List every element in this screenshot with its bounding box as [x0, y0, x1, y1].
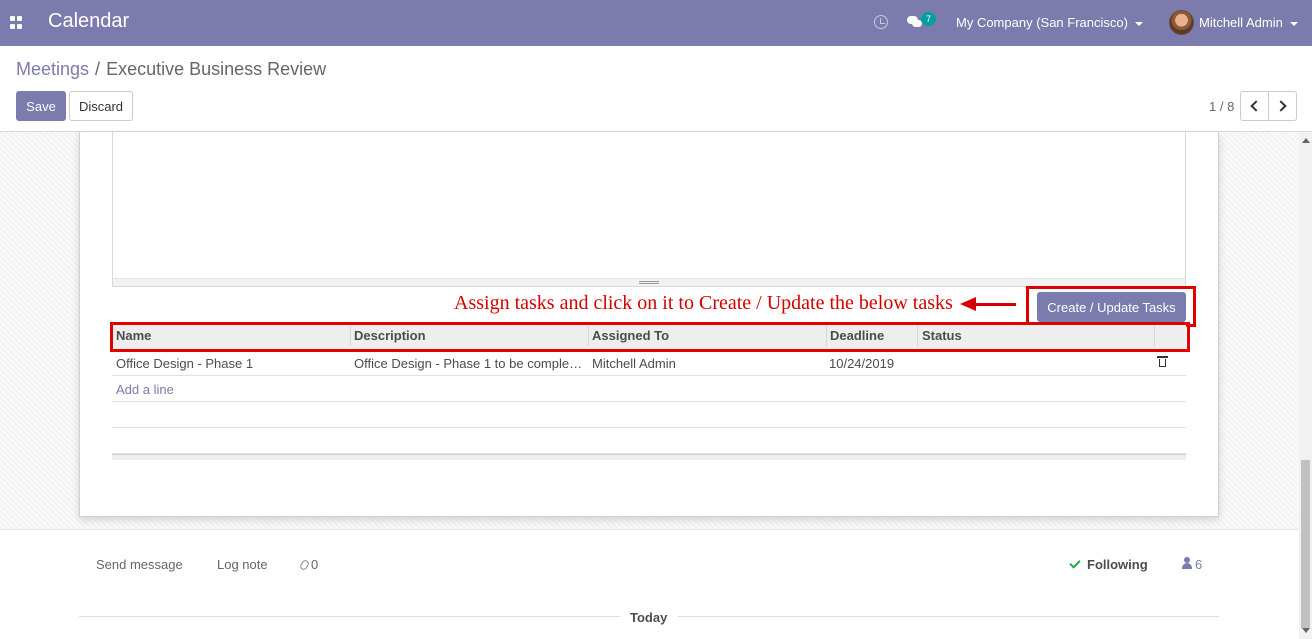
pager-previous-button[interactable]	[1240, 91, 1269, 121]
followers-count[interactable]: 6	[1195, 557, 1202, 572]
discard-button[interactable]: Discard	[69, 91, 133, 121]
task-assigned-to-cell[interactable]: Mitchell Admin	[592, 356, 822, 371]
company-switcher[interactable]: My Company (San Francisco)	[956, 15, 1143, 30]
scroll-up-arrow-icon[interactable]	[1302, 138, 1310, 143]
description-editor[interactable]	[112, 132, 1186, 287]
chevron-down-icon	[1134, 21, 1143, 26]
create-update-tasks-button[interactable]: Create / Update Tasks	[1037, 292, 1186, 322]
vertical-scrollbar[interactable]	[1299, 132, 1312, 639]
apps-menu-icon[interactable]	[10, 16, 23, 29]
editor-resize-handle[interactable]	[113, 278, 1185, 286]
add-a-line-link[interactable]: Add a line	[116, 382, 174, 397]
task-name-cell[interactable]: Office Design - Phase 1	[116, 356, 346, 371]
date-separator-line	[678, 616, 1219, 617]
followers-user-icon[interactable]	[1182, 557, 1192, 569]
trash-icon[interactable]	[1157, 356, 1168, 367]
highlight-box-table-header	[110, 322, 1190, 352]
grip-icon	[639, 281, 659, 284]
chevron-down-icon	[1289, 21, 1298, 26]
pager-next-button[interactable]	[1268, 91, 1297, 121]
save-button[interactable]: Save	[16, 91, 66, 121]
date-separator-line	[79, 616, 620, 617]
pager-value[interactable]: 1 / 8	[1209, 99, 1234, 114]
empty-row	[112, 428, 1186, 454]
user-menu[interactable]: Mitchell Admin	[1199, 15, 1298, 30]
today-separator-label: Today	[630, 610, 668, 625]
annotation-text: Assign tasks and click on it to Create /…	[454, 292, 953, 314]
task-deadline-cell[interactable]: 10/24/2019	[829, 356, 914, 371]
table-row[interactable]: Office Design - Phase 1 Office Design - …	[112, 350, 1186, 376]
chevron-left-icon	[1250, 100, 1262, 112]
annotation-arrow-icon	[960, 296, 1016, 312]
attachments-count: 0	[311, 557, 319, 572]
attachments-button[interactable]: 0	[298, 557, 319, 572]
breadcrumb-current: Executive Business Review	[106, 59, 327, 79]
user-avatar[interactable]	[1169, 10, 1194, 35]
breadcrumb-separator: /	[95, 59, 101, 79]
company-name: My Company (San Francisco)	[956, 15, 1128, 30]
following-button[interactable]: Following	[1087, 557, 1148, 572]
log-note-button[interactable]: Log note	[217, 557, 268, 572]
user-name: Mitchell Admin	[1199, 15, 1283, 30]
breadcrumb-meetings-link[interactable]: Meetings	[16, 59, 89, 79]
activity-clock-icon[interactable]	[874, 15, 888, 29]
table-footer	[112, 454, 1186, 460]
add-line-row: Add a line	[112, 376, 1186, 402]
send-message-button[interactable]: Send message	[96, 557, 183, 572]
breadcrumb: Meetings / Executive Business Review	[16, 59, 326, 80]
control-panel: Meetings / Executive Business Review Save …	[0, 46, 1312, 132]
task-description-cell[interactable]: Office Design - Phase 1 to be comple…	[354, 356, 584, 371]
app-title: Calendar	[48, 10, 130, 32]
scroll-down-arrow-icon[interactable]	[1302, 628, 1310, 633]
scrollbar-thumb[interactable]	[1301, 460, 1310, 628]
paperclip-icon	[298, 558, 311, 572]
empty-row	[112, 402, 1186, 428]
messaging-counter-badge: 7	[921, 12, 936, 26]
chevron-right-icon	[1275, 100, 1287, 112]
